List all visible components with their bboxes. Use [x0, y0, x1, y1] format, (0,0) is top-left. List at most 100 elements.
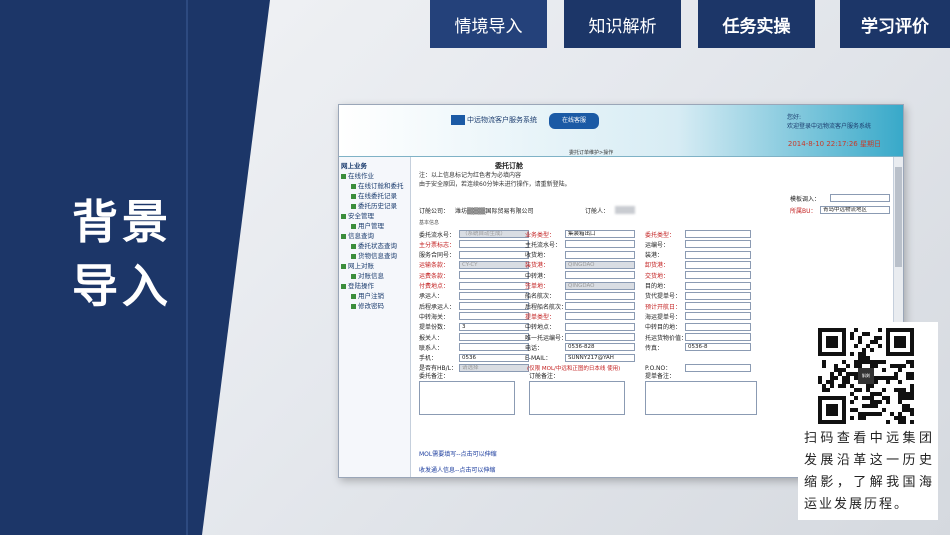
field-label: 收货地： — [525, 252, 550, 260]
field-input[interactable] — [685, 291, 751, 300]
mol-toggle-link[interactable]: MOL需要填写--点击可以伸缩 — [419, 449, 497, 458]
page-icon — [351, 253, 356, 259]
sidebar-item[interactable]: 网上业务 — [341, 161, 408, 171]
bu-select[interactable]: 青岛中远物流地区 — [820, 206, 890, 214]
folder-icon — [341, 263, 346, 269]
online-service-button[interactable]: 在线客服 — [549, 113, 599, 129]
sidebar-item[interactable]: 货物信息查询 — [341, 251, 408, 261]
field-input[interactable] — [565, 322, 635, 331]
sidebar-item[interactable]: 用户注销 — [341, 291, 408, 301]
sidebar-item-label: 在线作业 — [348, 172, 374, 180]
sidebar-item[interactable]: 登陆操作 — [341, 281, 408, 291]
field-input[interactable] — [459, 281, 529, 290]
sidebar-item[interactable]: 在线作业 — [341, 171, 408, 181]
field-label: 电话： — [525, 344, 544, 352]
field-input[interactable]: CY-CY — [459, 260, 529, 269]
tab-scenario-intro[interactable]: 情境导入 — [430, 0, 547, 48]
tab-learning-evaluation[interactable]: 学习评价 — [840, 0, 950, 48]
folder-icon — [341, 283, 346, 289]
cosco-logo-icon — [451, 115, 465, 125]
form-field: 运费条款： — [419, 270, 529, 280]
field-input[interactable] — [459, 343, 529, 352]
field-input[interactable] — [685, 363, 751, 372]
field-label: 运费条款： — [419, 272, 450, 280]
field-input[interactable] — [565, 250, 635, 259]
field-label: 后程船名航次： — [525, 303, 565, 311]
remark-textarea[interactable] — [645, 381, 757, 415]
remark-textarea[interactable] — [529, 381, 625, 415]
field-input[interactable] — [685, 250, 751, 259]
form-field: 电话： 0536-828 — [525, 342, 635, 352]
sidebar-item-label: 修改密码 — [358, 302, 384, 310]
qr-code[interactable]: 斛剣 — [818, 328, 914, 424]
field-input[interactable]: QINGDAO — [565, 260, 635, 269]
field-input[interactable]: SUNNY217@YAH — [565, 353, 635, 362]
form-field: 装港： — [645, 250, 751, 260]
sidebar-item[interactable]: 网上对账 — [341, 261, 408, 271]
field-input[interactable]: 3 — [459, 322, 529, 331]
field-label: 中转目的地： — [645, 324, 682, 332]
sidebar-item-label: 在线委托记录 — [358, 192, 397, 200]
sidebar-item[interactable]: 安全管理 — [341, 211, 408, 221]
consignee-toggle-link[interactable]: 收发通人信息--点击可以伸缩 — [419, 465, 495, 474]
field-input[interactable] — [459, 333, 529, 341]
field-input[interactable] — [685, 240, 751, 249]
field-input[interactable] — [565, 240, 635, 249]
sidebar-item-label: 网上对账 — [348, 262, 374, 270]
field-input[interactable]: 0536 — [459, 353, 529, 362]
sidebar-item[interactable]: 用户管理 — [341, 221, 408, 231]
sidebar-item[interactable]: 对账信息 — [341, 271, 408, 281]
scroll-thumb[interactable] — [895, 167, 902, 267]
tab-knowledge-analysis[interactable]: 知识解析 — [564, 0, 681, 48]
field-input[interactable] — [459, 312, 529, 321]
field-input[interactable] — [685, 230, 751, 238]
welcome-line2: 欢迎登录中远物流客户服务系统 — [787, 123, 872, 130]
field-input[interactable]: （系统自动生成） — [459, 230, 529, 238]
field-input[interactable] — [565, 291, 635, 300]
form-field: 装货港： QINGDAO — [525, 260, 635, 270]
field-input[interactable] — [685, 333, 751, 341]
field-input[interactable]: QINGDAO — [565, 281, 635, 290]
field-input[interactable] — [565, 333, 635, 341]
field-label: 报关人： — [419, 334, 444, 342]
sidebar-item[interactable]: 委托历史记录 — [341, 201, 408, 211]
form-field: 主托流水号： — [525, 239, 635, 249]
form-field: 业务类型： 集装箱出口 — [525, 229, 635, 239]
field-input[interactable]: 请选择 — [459, 363, 529, 372]
field-input[interactable] — [459, 302, 529, 311]
field-input[interactable] — [685, 281, 751, 290]
sidebar-item-label: 委托状态查询 — [358, 242, 397, 250]
company-row: 订舱公司： 潍坊▒▒▒▒国际贸易有限公司 订舱人： — [419, 205, 635, 215]
field-input[interactable] — [685, 302, 751, 311]
form-field: 传真： 0536-8 — [645, 342, 751, 352]
sidebar-item[interactable]: 修改密码 — [341, 301, 408, 311]
template-select[interactable] — [830, 194, 890, 202]
field-input[interactable]: 0536-828 — [565, 343, 635, 352]
sidebar-item-label: 信息查询 — [348, 232, 374, 240]
system-header: 中远物流客户服务系统 在线客服 您好: 欢迎登录中远物流客户服务系统 2014-… — [339, 105, 903, 157]
field-input[interactable] — [685, 260, 751, 269]
tab-task-practice[interactable]: 任务实操 — [698, 0, 815, 48]
field-label: 唯一托运编号： — [525, 334, 565, 342]
field-input[interactable] — [685, 312, 751, 321]
sidebar-item[interactable]: 在线委托记录 — [341, 191, 408, 201]
field-input[interactable] — [685, 271, 751, 280]
form-field: E-MAIL： SUNNY217@YAH — [525, 353, 635, 363]
field-input[interactable] — [459, 240, 529, 249]
field-input[interactable] — [459, 271, 529, 280]
form-field: 委托流水号： （系统自动生成） — [419, 229, 529, 239]
field-input[interactable] — [565, 312, 635, 321]
form-field: 手机： 0536 — [419, 353, 529, 363]
sidebar-item[interactable]: 委托状态查询 — [341, 241, 408, 251]
field-input[interactable] — [459, 291, 529, 300]
remark-textarea[interactable] — [419, 381, 515, 415]
sidebar-item[interactable]: 信息查询 — [341, 231, 408, 241]
field-input[interactable] — [685, 322, 751, 331]
field-input[interactable] — [459, 250, 529, 259]
template-row: 模板调入： — [790, 193, 890, 203]
field-input[interactable] — [565, 271, 635, 280]
sidebar-item[interactable]: 在线订舱和委托 — [341, 181, 408, 191]
field-input[interactable] — [565, 302, 635, 311]
field-input[interactable]: 集装箱出口 — [565, 230, 635, 238]
field-input[interactable]: 0536-8 — [685, 343, 751, 352]
